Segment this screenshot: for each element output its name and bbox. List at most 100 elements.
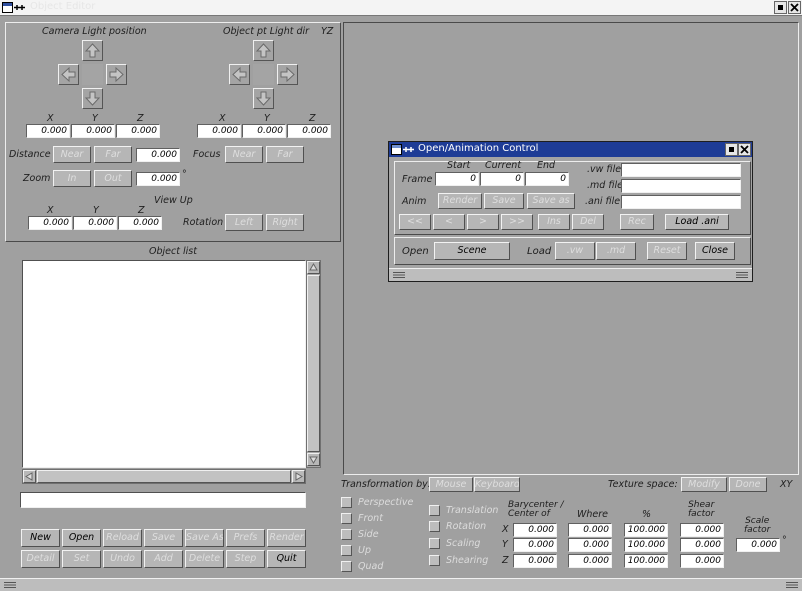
- last-frame-button[interactable]: >>: [501, 214, 533, 230]
- add-button[interactable]: Add: [144, 550, 183, 568]
- scale-factor-field[interactable]: 0.000: [736, 538, 780, 552]
- where-y-field[interactable]: 0.000: [568, 538, 612, 552]
- scroll-down-arrow-icon[interactable]: [307, 453, 320, 466]
- keyboard-button[interactable]: Keyboard: [474, 477, 520, 492]
- load-vw-button[interactable]: .vw: [555, 242, 595, 260]
- viewup-y-field[interactable]: 0.000: [73, 216, 117, 230]
- camera-up-arrow[interactable]: [82, 40, 103, 61]
- first-frame-button[interactable]: <<: [399, 214, 431, 230]
- distance-near-button[interactable]: Near: [53, 146, 91, 163]
- dialog-menu-icon[interactable]: [391, 144, 415, 155]
- ani-file-field[interactable]: [621, 195, 741, 209]
- objectpt-up-arrow[interactable]: [253, 40, 274, 61]
- objectpt-left-arrow[interactable]: [229, 64, 250, 85]
- percent-y-field[interactable]: 100.000: [624, 538, 668, 552]
- bary-y-field[interactable]: 0.000: [513, 538, 557, 552]
- hscroll-thumb[interactable]: [37, 470, 291, 483]
- dialog-resize-bar[interactable]: [389, 268, 752, 281]
- open-scene-button[interactable]: Scene: [434, 242, 510, 260]
- shear-y-field[interactable]: 0.000: [680, 538, 724, 552]
- frame-current-field[interactable]: 0: [480, 172, 524, 186]
- prev-frame-button[interactable]: <: [433, 214, 465, 230]
- focus-near-button[interactable]: Near: [225, 146, 263, 163]
- up-checkbox[interactable]: [341, 545, 352, 556]
- reset-button[interactable]: Reset: [647, 242, 687, 260]
- objectpt-x-field[interactable]: 0.000: [197, 124, 241, 138]
- reload-button[interactable]: Reload: [103, 529, 142, 547]
- anim-save-as-button[interactable]: Save as: [527, 193, 575, 209]
- scroll-up-arrow-icon[interactable]: [307, 261, 320, 274]
- objectpt-z-field[interactable]: 0.000: [287, 124, 331, 138]
- render-button[interactable]: Render: [267, 529, 306, 547]
- md-file-field[interactable]: [621, 179, 741, 193]
- perspective-checkbox[interactable]: [341, 497, 352, 508]
- new-button[interactable]: New: [21, 529, 60, 547]
- close-button[interactable]: [788, 1, 801, 14]
- object-name-field[interactable]: [20, 492, 306, 508]
- dialog-close-text-button[interactable]: Close: [695, 242, 735, 260]
- rotation-right-button[interactable]: Right: [266, 214, 304, 231]
- object-list-hscrollbar[interactable]: [22, 469, 306, 484]
- distance-far-button[interactable]: Far: [94, 146, 132, 163]
- title-bar[interactable]: Object Editor: [0, 0, 802, 16]
- where-z-field[interactable]: 0.000: [568, 554, 612, 568]
- camera-x-field[interactable]: 0.000: [26, 124, 70, 138]
- step-button[interactable]: Step: [226, 550, 265, 568]
- percent-z-field[interactable]: 100.000: [624, 554, 668, 568]
- detail-button[interactable]: Detail: [21, 550, 60, 568]
- viewup-z-field[interactable]: 0.000: [118, 216, 162, 230]
- dialog-title-bar[interactable]: Open/Animation Control: [389, 142, 752, 157]
- where-x-field[interactable]: 0.000: [568, 523, 612, 537]
- translation-checkbox[interactable]: [429, 505, 440, 516]
- load-md-button[interactable]: .md: [596, 242, 636, 260]
- percent-x-field[interactable]: 100.000: [624, 523, 668, 537]
- side-checkbox[interactable]: [341, 529, 352, 540]
- zoom-in-button[interactable]: In: [53, 170, 91, 187]
- shearing-checkbox[interactable]: [429, 555, 440, 566]
- bary-z-field[interactable]: 0.000: [513, 554, 557, 568]
- bary-x-field[interactable]: 0.000: [513, 523, 557, 537]
- zoom-out-button[interactable]: Out: [94, 170, 132, 187]
- dialog-close-button[interactable]: [738, 143, 751, 156]
- texture-modify-button[interactable]: Modify: [681, 477, 727, 492]
- texture-done-button[interactable]: Done: [729, 477, 767, 492]
- next-frame-button[interactable]: >: [467, 214, 499, 230]
- set-button[interactable]: Set: [62, 550, 101, 568]
- frame-end-field[interactable]: 0: [525, 172, 569, 186]
- viewup-x-field[interactable]: 0.000: [28, 216, 72, 230]
- scroll-left-arrow-icon[interactable]: [23, 470, 36, 483]
- rotation-left-button[interactable]: Left: [225, 214, 263, 231]
- save-as-button[interactable]: Save As: [185, 529, 224, 547]
- load-ani-button[interactable]: Load .ani: [665, 214, 729, 230]
- delete-button[interactable]: Delete: [185, 550, 224, 568]
- quit-button[interactable]: Quit: [267, 550, 306, 568]
- delete-frame-button[interactable]: Del: [572, 214, 604, 230]
- camera-down-arrow[interactable]: [82, 88, 103, 109]
- anim-save-button[interactable]: Save: [484, 193, 524, 209]
- scaling-checkbox[interactable]: [429, 538, 440, 549]
- maximize-button[interactable]: [774, 1, 787, 14]
- shear-x-field[interactable]: 0.000: [680, 523, 724, 537]
- objectpt-down-arrow[interactable]: [253, 88, 274, 109]
- objectpt-y-field[interactable]: 0.000: [242, 124, 286, 138]
- scroll-thumb[interactable]: [307, 275, 320, 452]
- vw-file-field[interactable]: [621, 163, 741, 177]
- mouse-button[interactable]: Mouse: [429, 477, 473, 492]
- rotation-checkbox[interactable]: [429, 521, 440, 532]
- dialog-maximize-button[interactable]: [725, 143, 738, 156]
- camera-right-arrow[interactable]: [106, 64, 127, 85]
- quad-checkbox[interactable]: [341, 561, 352, 572]
- prefs-button[interactable]: Prefs: [226, 529, 265, 547]
- object-list[interactable]: [22, 260, 306, 468]
- zoom-field[interactable]: 0.000: [136, 172, 180, 186]
- record-button[interactable]: Rec: [620, 214, 654, 230]
- shear-z-field[interactable]: 0.000: [680, 554, 724, 568]
- camera-y-field[interactable]: 0.000: [71, 124, 115, 138]
- undo-button[interactable]: Undo: [103, 550, 142, 568]
- anim-render-button[interactable]: Render: [438, 193, 482, 209]
- insert-frame-button[interactable]: Ins: [538, 214, 570, 230]
- scroll-right-arrow-icon[interactable]: [292, 470, 305, 483]
- window-menu-icon[interactable]: [2, 2, 26, 13]
- frame-start-field[interactable]: 0: [435, 172, 479, 186]
- focus-far-button[interactable]: Far: [266, 146, 304, 163]
